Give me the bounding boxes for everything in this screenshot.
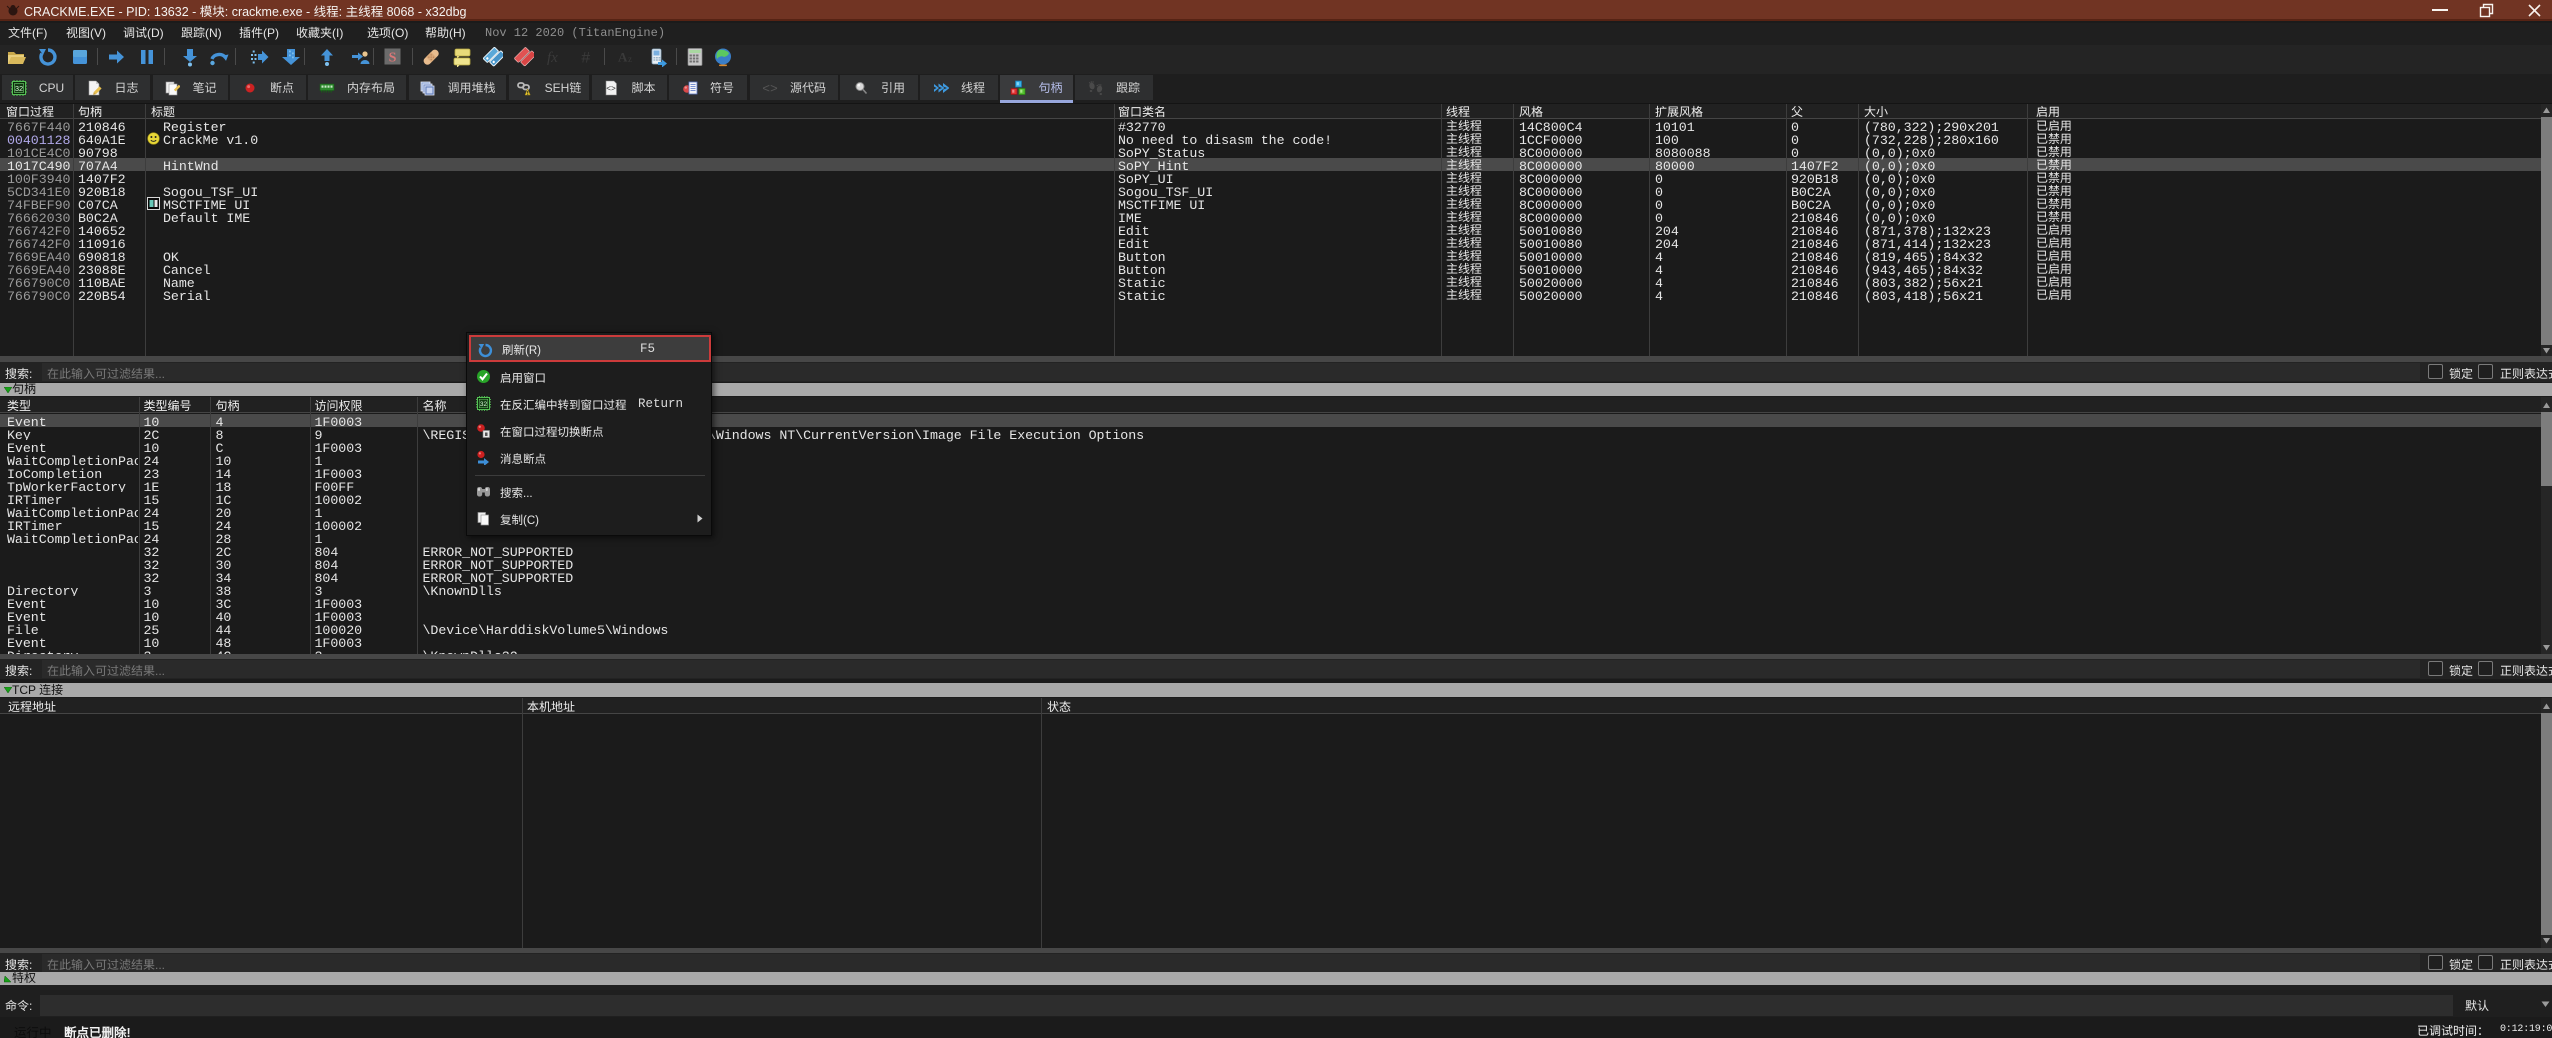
svg-text:32: 32 <box>480 401 488 408</box>
svg-text:32: 32 <box>15 84 23 93</box>
svg-text:fx: fx <box>547 50 558 66</box>
svg-text:S: S <box>389 51 397 66</box>
svg-text:z: z <box>628 54 632 64</box>
svg-text:A: A <box>618 50 628 65</box>
svg-text:<>: <> <box>762 81 778 96</box>
svg-text:<>: <> <box>607 85 617 94</box>
svg-text:#: # <box>581 50 591 68</box>
